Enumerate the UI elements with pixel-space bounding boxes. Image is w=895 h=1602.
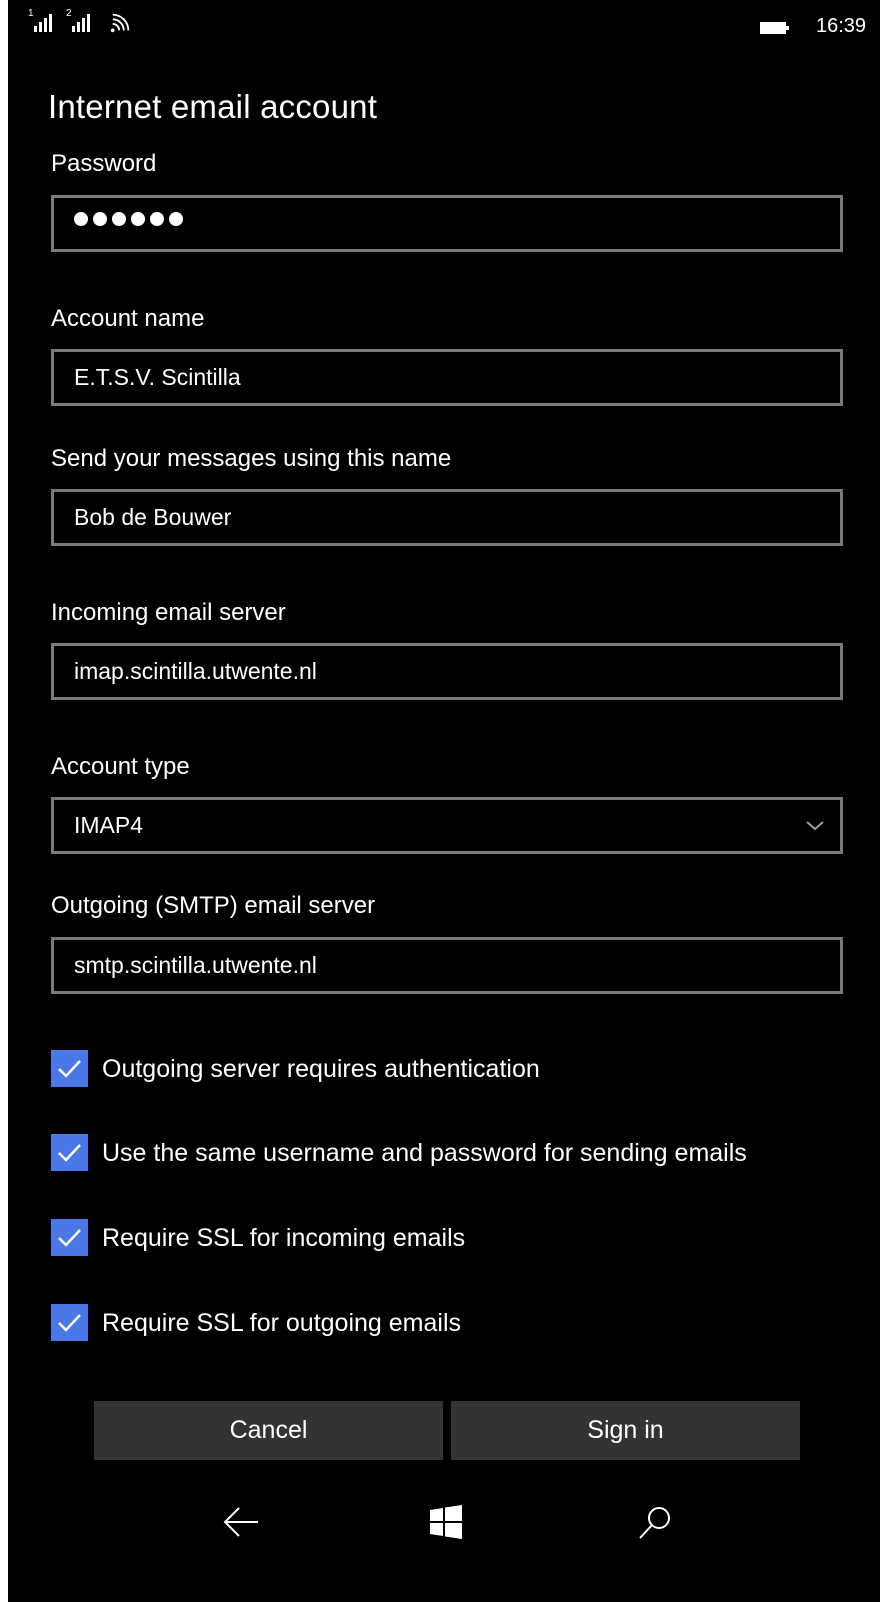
cancel-button[interactable]: Cancel — [94, 1401, 443, 1460]
ssl-incoming-label: Require SSL for incoming emails — [102, 1224, 466, 1252]
incoming-server-field[interactable]: imap.scintilla.utwente.nl — [51, 643, 843, 700]
account-type-dropdown[interactable]: IMAP4 — [51, 797, 843, 854]
incoming-server-label: Incoming email server — [51, 599, 286, 626]
password-field[interactable] — [51, 195, 843, 252]
signal-strength-icon-sim2 — [72, 14, 90, 32]
sender-name-field[interactable]: Bob de Bouwer — [51, 489, 843, 546]
status-clock: 16:39 — [816, 15, 867, 37]
outgoing-server-label: Outgoing (SMTP) email server — [51, 892, 376, 919]
outgoing-server-value: smtp.scintilla.utwente.nl — [74, 952, 317, 978]
status-bar: 1 2 16:39 — [8, 0, 880, 56]
search-icon[interactable] — [636, 1504, 674, 1542]
account-name-field[interactable]: E.T.S.V. Scintilla — [51, 349, 843, 406]
checkmark-icon — [58, 1229, 81, 1247]
account-name-value: E.T.S.V. Scintilla — [74, 364, 241, 390]
account-type-value: IMAP4 — [74, 812, 144, 838]
same-credentials-checkbox[interactable] — [51, 1134, 88, 1171]
windows-logo-icon[interactable] — [428, 1504, 464, 1540]
checkmark-icon — [58, 1314, 81, 1332]
chevron-down-icon — [806, 821, 824, 831]
sender-name-value: Bob de Bouwer — [74, 504, 232, 530]
wifi-icon — [110, 13, 130, 33]
checkmark-icon — [58, 1144, 81, 1162]
incoming-server-value: imap.scintilla.utwente.nl — [74, 658, 317, 684]
password-masked-value — [74, 212, 183, 226]
navigation-bar — [8, 1474, 880, 1602]
sign-in-button[interactable]: Sign in — [451, 1401, 800, 1460]
ssl-incoming-checkbox[interactable] — [51, 1219, 88, 1256]
account-type-label: Account type — [51, 753, 190, 780]
auth-required-label: Outgoing server requires authentication — [102, 1055, 540, 1083]
sender-name-label: Send your messages using this name — [51, 445, 452, 472]
phone-screen: 1 2 16:39 Internet email account Passwor… — [8, 0, 880, 1602]
battery-icon — [760, 22, 789, 34]
page-title: Internet email account — [48, 88, 378, 125]
back-arrow-icon[interactable] — [222, 1504, 262, 1540]
checkmark-icon — [58, 1060, 81, 1078]
password-label: Password — [51, 150, 157, 177]
outgoing-server-field[interactable]: smtp.scintilla.utwente.nl — [51, 937, 843, 994]
ssl-outgoing-label: Require SSL for outgoing emails — [102, 1309, 461, 1337]
auth-required-checkbox[interactable] — [51, 1050, 88, 1087]
account-name-label: Account name — [51, 305, 205, 332]
signal-strength-icon-sim1 — [34, 14, 52, 32]
ssl-outgoing-checkbox[interactable] — [51, 1304, 88, 1341]
same-credentials-label: Use the same username and password for s… — [102, 1139, 747, 1167]
